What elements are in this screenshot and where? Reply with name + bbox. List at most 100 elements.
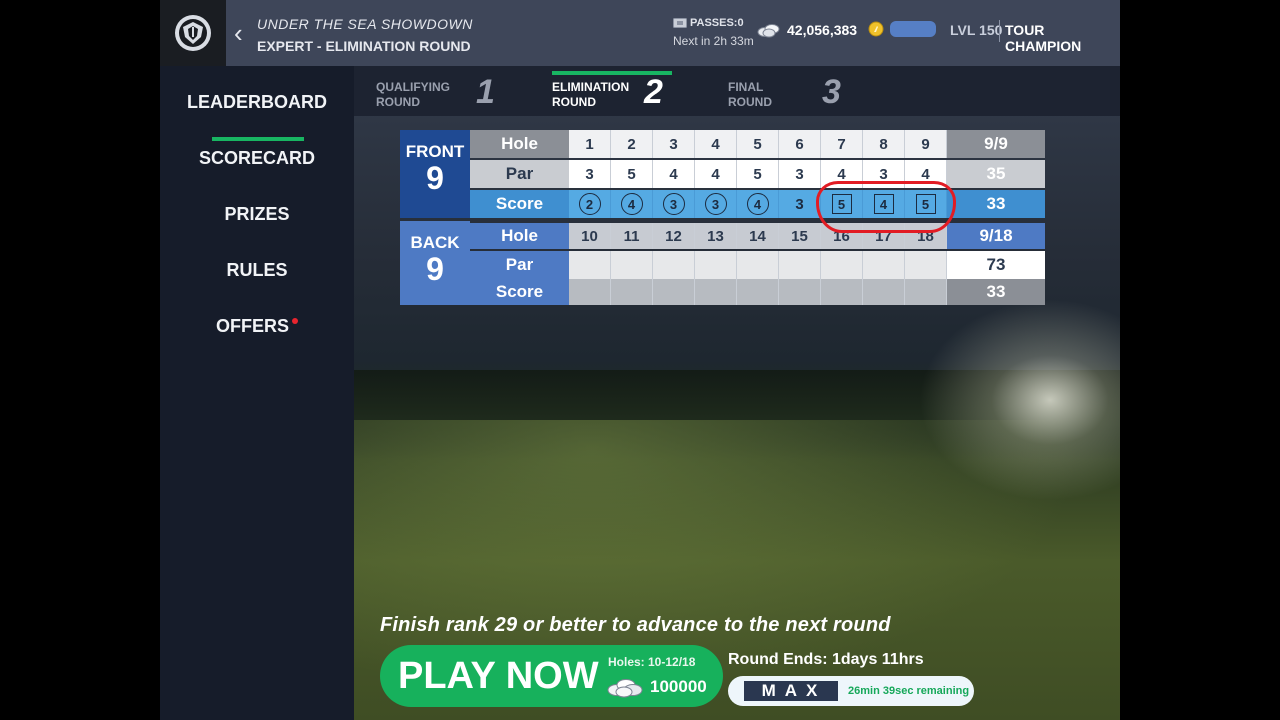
sidebar-item-rules[interactable]: RULES: [160, 260, 354, 281]
holes-progress: Holes: 10-12/18: [608, 655, 696, 669]
event-subtitle: EXPERT - ELIMINATION ROUND: [257, 38, 471, 54]
row-label: Score: [470, 190, 569, 218]
par-cell: 4: [695, 160, 737, 188]
advance-requirement: Finish rank 29 or better to advance to t…: [380, 614, 891, 636]
back-score-row: Score 33: [470, 279, 1045, 305]
play-now-label: PLAY NOW: [398, 655, 599, 697]
par-cell: [905, 251, 947, 279]
par-cell: 3: [779, 160, 821, 188]
back-nine-badge: BACK 9: [400, 221, 470, 305]
score-cell: 2: [569, 190, 611, 218]
hole-cell: 16: [821, 223, 863, 249]
coins-icon: [757, 24, 780, 38]
score-cell: [779, 279, 821, 305]
max-boost-pill[interactable]: MAX 26min 39sec remaining: [728, 676, 974, 706]
sidebar-item-prizes[interactable]: PRIZES: [160, 204, 354, 225]
round-number: 3: [822, 73, 841, 111]
par-cell: 3: [863, 160, 905, 188]
notification-dot: [292, 318, 298, 324]
round-number: 2: [644, 73, 663, 111]
sidebar-item-scorecard[interactable]: SCORECARD: [160, 148, 354, 169]
sidebar-item-leaderboard[interactable]: LEADERBOARD: [160, 92, 354, 113]
hole-cell: 3: [653, 130, 695, 158]
hole-cell: 18: [905, 223, 947, 249]
par-cell: [611, 251, 653, 279]
score-cell: 4: [611, 190, 653, 218]
round-label: FINAL ROUND: [728, 80, 772, 109]
score-cell: 5: [821, 190, 863, 218]
hole-cell: 9: [905, 130, 947, 158]
coin-amount: 42,056,383: [787, 22, 858, 38]
par-cell: [863, 251, 905, 279]
bogey-square-marker: 5: [915, 194, 936, 214]
hole-cell: 5: [737, 130, 779, 158]
event-title: UNDER THE SEA SHOWDOWN: [257, 16, 473, 32]
hole-cell: 2: [611, 130, 653, 158]
bogey-square-marker: 5: [831, 194, 852, 214]
top-bar: ‹ UNDER THE SEA SHOWDOWN EXPERT - ELIMIN…: [160, 0, 1120, 66]
score-cell: [737, 279, 779, 305]
logo: [160, 0, 226, 66]
score-cell: 3: [653, 190, 695, 218]
back-number: 9: [426, 251, 444, 287]
round-tabs: QUALIFYING ROUND 1 ELIMINATION ROUND 2 F…: [354, 66, 1120, 116]
sidebar: LEADERBOARD SCORECARD PRIZES RULES OFFER…: [160, 66, 354, 720]
front-hole-row: Hole 1 2 3 4 5 6 7 8 9 9/9: [470, 130, 1045, 158]
score-cell: [863, 279, 905, 305]
score-cell: 5: [905, 190, 947, 218]
round-number: 1: [476, 73, 495, 111]
hole-cell: 4: [695, 130, 737, 158]
hole-cell: 10: [569, 223, 611, 249]
row-label: Score: [470, 279, 569, 305]
score-cell: [611, 279, 653, 305]
header-divider: [999, 20, 1000, 42]
par-cell: 4: [653, 160, 695, 188]
row-label: Par: [470, 160, 569, 188]
passes-info: PASSES:0: [673, 17, 744, 29]
holes-played-total: 9/9: [947, 130, 1045, 158]
tab-final-round[interactable]: FINAL ROUND 3: [728, 66, 868, 116]
hole-cell: 12: [653, 223, 695, 249]
ticket-icon: [673, 18, 687, 28]
par-cell: 5: [611, 160, 653, 188]
max-time-remaining: 26min 39sec remaining: [848, 685, 970, 697]
back-chevron-icon[interactable]: ‹: [234, 20, 243, 46]
front-score-row: Score 2 4 3 3 4 3 5 4 5 33: [470, 190, 1045, 218]
hole-cell: 13: [695, 223, 737, 249]
sidebar-item-offers[interactable]: OFFERS: [160, 316, 354, 337]
birdie-circle-marker: 4: [746, 193, 769, 215]
tab-elimination-round[interactable]: ELIMINATION ROUND 2: [552, 66, 692, 116]
hole-cell: 6: [779, 130, 821, 158]
par-cell: [737, 251, 779, 279]
front-label: FRONT: [405, 142, 465, 161]
topgolf-logo-icon: [175, 15, 211, 51]
birdie-circle-marker: 4: [620, 193, 643, 215]
entry-cost-amount: 100000: [650, 677, 707, 696]
score-cell: [821, 279, 863, 305]
par-cell: [821, 251, 863, 279]
player-rank-title: TOUR CHAMPION: [1005, 22, 1082, 54]
score-cell: 3: [779, 190, 821, 218]
par-cell: [569, 251, 611, 279]
round-ends-timer: Round Ends: 1days 11hrs: [728, 651, 924, 668]
sun-glare: [920, 300, 1120, 500]
front-nine-badge: FRONT 9: [400, 130, 470, 218]
passes-count: PASSES:0: [690, 17, 744, 29]
birdie-circle-marker: 2: [578, 193, 601, 215]
par-cell: [695, 251, 737, 279]
par-cell: [653, 251, 695, 279]
play-now-button[interactable]: PLAY NOW Holes: 10-12/18 100000: [380, 645, 723, 707]
score-total: 33: [947, 190, 1045, 218]
row-label: Hole: [470, 130, 569, 158]
tab-qualifying-round[interactable]: QUALIFYING ROUND 1: [376, 66, 516, 116]
round-label: QUALIFYING ROUND: [376, 80, 450, 109]
score-cell: [695, 279, 737, 305]
score-cell: [905, 279, 947, 305]
back-hole-row: Hole 10 11 12 13 14 15 16 17 18 9/18: [470, 223, 1045, 249]
row-label: Hole: [470, 223, 569, 249]
hole-cell: 7: [821, 130, 863, 158]
coins-icon: [607, 679, 643, 698]
par-cell: 5: [737, 160, 779, 188]
back-label: BACK: [410, 233, 460, 252]
sidebar-item-label: OFFERS: [215, 316, 289, 336]
